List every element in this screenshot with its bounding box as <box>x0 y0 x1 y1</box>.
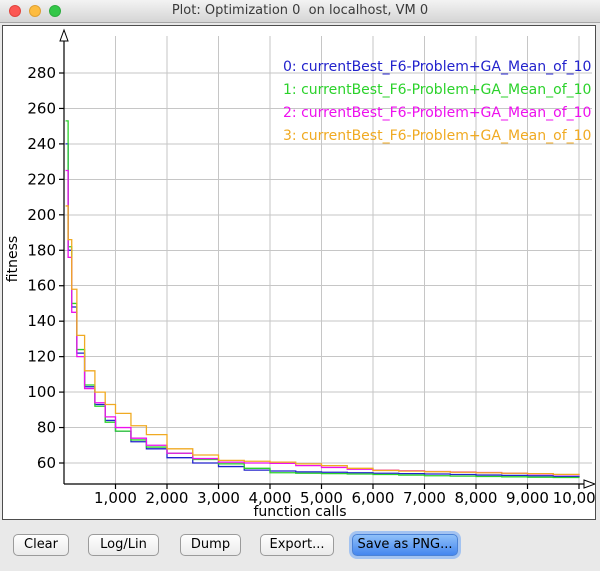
save-as-png-button[interactable]: Save as PNG... <box>352 534 458 556</box>
plot-canvas: 60 80 100 120 140 160 180 200 220 240 260 280 1,000 2… <box>3 26 595 519</box>
svg-text:100: 100 <box>27 383 56 401</box>
svg-text:2: currentBest_F6-Problem+GA_M: 2: currentBest_F6-Problem+GA_Mean_of_10 <box>283 105 591 121</box>
svg-text:160: 160 <box>27 277 56 295</box>
svg-text:fitness: fitness <box>5 236 21 282</box>
button-row: Clear Log/Lin Dump Export... Save as PNG… <box>0 534 600 560</box>
svg-text:180: 180 <box>27 241 56 259</box>
svg-text:240: 240 <box>27 135 56 153</box>
svg-text:1: currentBest_F6-Problem+GA_M: 1: currentBest_F6-Problem+GA_Mean_of_10 <box>283 82 591 98</box>
svg-text:8,000: 8,000 <box>455 489 498 507</box>
zoom-button[interactable] <box>49 5 61 17</box>
minimize-button[interactable] <box>29 5 41 17</box>
dump-button[interactable]: Dump <box>180 534 241 556</box>
svg-text:60: 60 <box>37 454 56 472</box>
svg-text:10,000: 10,000 <box>553 489 595 507</box>
svg-text:1,000: 1,000 <box>94 489 137 507</box>
svg-text:0: currentBest_F6-Problem+GA_M: 0: currentBest_F6-Problem+GA_Mean_of_10 <box>283 59 591 75</box>
svg-text:6,000: 6,000 <box>352 489 395 507</box>
svg-text:2,000: 2,000 <box>146 489 189 507</box>
svg-text:3: currentBest_F6-Problem+GA_M: 3: currentBest_F6-Problem+GA_Mean_of_10 <box>283 128 591 144</box>
svg-text:9,000: 9,000 <box>506 489 549 507</box>
close-button[interactable] <box>9 5 21 17</box>
svg-text:280: 280 <box>27 64 56 82</box>
svg-text:function calls: function calls <box>254 504 347 519</box>
svg-text:140: 140 <box>27 312 56 330</box>
export-button[interactable]: Export... <box>260 534 334 556</box>
plot-panel: 60 80 100 120 140 160 180 200 220 240 260 280 1,000 2… <box>2 25 596 520</box>
svg-text:200: 200 <box>27 206 56 224</box>
window-title: Plot: Optimization 0 on localhost, VM 0 <box>0 0 600 22</box>
svg-text:220: 220 <box>27 170 56 188</box>
log-lin-button[interactable]: Log/Lin <box>88 534 159 556</box>
svg-text:80: 80 <box>37 419 56 437</box>
title-bar: Plot: Optimization 0 on localhost, VM 0 <box>0 0 600 23</box>
svg-text:260: 260 <box>27 99 56 117</box>
plot-window: Plot: Optimization 0 on localhost, VM 0 … <box>0 0 600 571</box>
svg-text:120: 120 <box>27 348 56 366</box>
svg-text:7,000: 7,000 <box>403 489 446 507</box>
clear-button[interactable]: Clear <box>13 534 69 556</box>
svg-text:3,000: 3,000 <box>197 489 240 507</box>
